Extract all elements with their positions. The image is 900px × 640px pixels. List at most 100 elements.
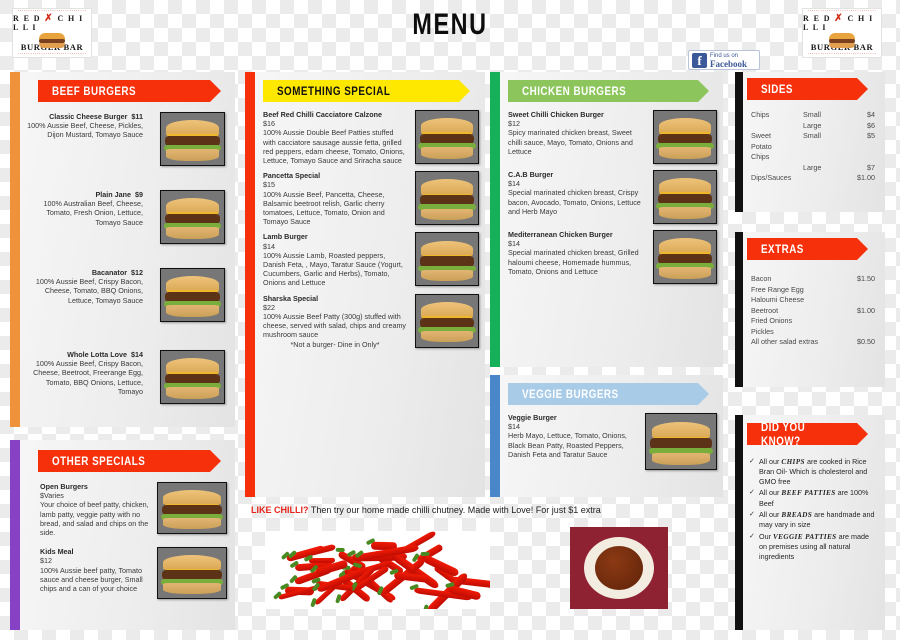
heading-other-specials: OTHER SPECIALS — [38, 450, 210, 472]
item-text: C.A.B Burger $14 Special marinated chicken… — [508, 170, 645, 224]
burger-photo — [645, 413, 717, 470]
item-text: Veggie Burger $14 Herb Mayo, Lettuce, Toma… — [508, 413, 637, 470]
check-icon: ✓ — [749, 510, 759, 530]
chutney-image — [570, 527, 668, 609]
item-text: Mediterranean Chicken Burger $14 Special m… — [508, 230, 645, 284]
item-text: Classic Cheese Burger $11 100% Aussie Bee… — [20, 112, 143, 140]
list-item: Open Burgers $Varies Your choice of beef p… — [40, 482, 227, 537]
facebook-line2: Facebook — [710, 60, 747, 68]
side-size: Small — [803, 131, 845, 163]
side-size: Large — [803, 163, 845, 174]
item-name: Kids Meal — [40, 547, 74, 556]
extra-items: All other salad extras — [751, 337, 845, 363]
side-item — [751, 163, 803, 174]
burger-photo — [415, 294, 479, 348]
item-text: Pancetta Special $15 100% Aussie Beef, Pan… — [263, 171, 407, 226]
section-beef-burgers: BEEF BURGERS Classic Cheese Burger $11 10… — [10, 72, 235, 427]
list-item: Sweet Chilli Chicken Burger $12 Spicy mari… — [508, 110, 717, 164]
list-item: ✓ All our BREADS are handmade and may var… — [749, 510, 877, 530]
menu-page: ································ R E D ✗… — [0, 0, 900, 640]
side-item: Chips — [751, 110, 803, 121]
logo-top-text: R E D ✗ C H I L L I — [13, 14, 91, 32]
item-text: Beef Red Chilli Cacciatore Calzone $16 100… — [263, 110, 407, 165]
table-row: Large $7 — [751, 163, 875, 174]
list-item: Whole Lotta Love $14 100% Aussie Beef, Cr… — [20, 350, 225, 404]
heading-beef-burgers: BEEF BURGERS — [38, 80, 210, 102]
side-size — [803, 173, 845, 191]
logo-left: ································ R E D ✗… — [12, 8, 92, 58]
x-icon: ✗ — [834, 13, 844, 24]
accent-bar-black — [735, 72, 743, 212]
fact-text: All our CHIPS are cooked in Rice Bran Oi… — [759, 457, 877, 486]
table-row: All other salad extras $0.50 — [751, 337, 875, 363]
check-icon: ✓ — [749, 532, 759, 561]
section-did-you-know: DID YOU KNOW? ✓ All our CHIPS are cooked … — [735, 415, 885, 630]
accent-bar-black — [735, 232, 743, 387]
chilli-banner-text: LIKE CHILLI? Then try our home made chil… — [245, 505, 723, 515]
sides-table: Chips Small $4 Large $6 Sweet Potato Chips Small… — [751, 110, 875, 191]
fact-emphasis: VEGGIE PATTIES — [773, 533, 837, 541]
facebook-icon: f — [692, 53, 707, 68]
burger-photo — [160, 268, 225, 322]
burger-photo — [160, 112, 225, 166]
item-name: Veggie Burger — [508, 413, 557, 422]
item-name: Bacanator $12 — [92, 268, 143, 277]
item-text: Plain Jane $9 100% Australian Beef, Chees… — [20, 190, 143, 227]
logo-dotline-bottom: ································ — [807, 52, 876, 57]
fact-emphasis: CHIPS — [781, 458, 805, 466]
list-item: Pancetta Special $15 100% Aussie Beef, Pan… — [263, 171, 479, 226]
table-row: Sweet Potato Chips Small $5 — [751, 131, 875, 163]
section-other-specials: OTHER SPECIALS Open Burgers $Varies Your c… — [10, 440, 235, 630]
fact-emphasis: BEEF PATTIES — [781, 489, 835, 497]
item-name: Plain Jane $9 — [95, 190, 143, 199]
burger-photo — [653, 170, 717, 224]
list-item: ✓ Our VEGGIE PATTIES are made on premises… — [749, 532, 877, 561]
side-price: $1.00 — [845, 173, 875, 191]
chilli-highlight: LIKE CHILLI? — [251, 505, 309, 515]
item-name: Open Burgers — [40, 482, 88, 491]
burger-photo — [415, 110, 479, 164]
item-price: $22 — [263, 303, 275, 312]
item-price: $14 — [508, 239, 520, 248]
item-price: $14 — [508, 422, 520, 431]
burger-photo — [157, 482, 227, 534]
item-text: Lamb Burger $14 100% Aussie Lamb, Roasted … — [263, 232, 407, 287]
table-row: Bacon Free Range Egg Haloumi Cheese $1.50 — [751, 274, 875, 306]
facebook-badge[interactable]: f Find us on Facebook — [688, 50, 760, 70]
accent-bar-black — [735, 415, 743, 630]
list-item: Veggie Burger $14 Herb Mayo, Lettuce, Toma… — [508, 413, 717, 470]
list-item: Sharska Special $22 100% Aussie Beef Patty… — [263, 294, 479, 349]
item-price: $14 — [263, 242, 275, 251]
list-item: Kids Meal $12 100% Aussie beef patty, Toma… — [40, 547, 227, 599]
item-price: $Varies — [40, 491, 64, 500]
item-name: Classic Cheese Burger $11 — [49, 112, 143, 121]
extra-price: $1.50 — [845, 274, 875, 306]
item-price: $12 — [40, 556, 52, 565]
chillies-image — [265, 531, 490, 609]
burger-photo — [653, 110, 717, 164]
item-note: *Not a burger- Dine in Only* — [263, 340, 407, 349]
heading-chicken-burgers: CHICKEN BURGERS — [508, 80, 698, 102]
section-extras: EXTRAS Bacon Free Range Egg Haloumi Cheese… — [735, 232, 885, 387]
side-item — [751, 121, 803, 132]
extras-table: Bacon Free Range Egg Haloumi Cheese $1.50 Be… — [751, 274, 875, 363]
list-item: Beef Red Chilli Cacciatore Calzone $16 100… — [263, 110, 479, 165]
item-price: $16 — [263, 119, 275, 128]
heading-extras: EXTRAS — [747, 238, 857, 260]
item-text: Sweet Chilli Chicken Burger $12 Spicy mari… — [508, 110, 645, 164]
heading-veggie-burgers: VEGGIE BURGERS — [508, 383, 698, 405]
item-text: Sharska Special $22 100% Aussie Beef Patty… — [263, 294, 407, 349]
side-price: $4 — [845, 110, 875, 121]
chilli-text: Then try our home made chilli chutney. M… — [309, 505, 601, 515]
heading-something-special: SOMETHING SPECIAL — [263, 80, 459, 102]
section-veggie-burgers: VEGGIE BURGERS Veggie Burger $14 Herb Mayo… — [490, 375, 723, 497]
item-name: Mediterranean Chicken Burger — [508, 230, 613, 239]
list-item: ✓ All our CHIPS are cooked in Rice Bran O… — [749, 457, 877, 486]
section-chicken-burgers: CHICKEN BURGERS Sweet Chilli Chicken Bur… — [490, 72, 723, 367]
item-name: Whole Lotta Love $14 — [67, 350, 143, 359]
burger-photo — [160, 190, 225, 244]
page-title: MENU — [99, 8, 801, 42]
fact-text: All our BREADS are handmade and may vary… — [759, 510, 877, 530]
section-chilli-banner: LIKE CHILLI? Then try our home made chil… — [245, 505, 723, 630]
item-name: Lamb Burger — [263, 232, 308, 241]
